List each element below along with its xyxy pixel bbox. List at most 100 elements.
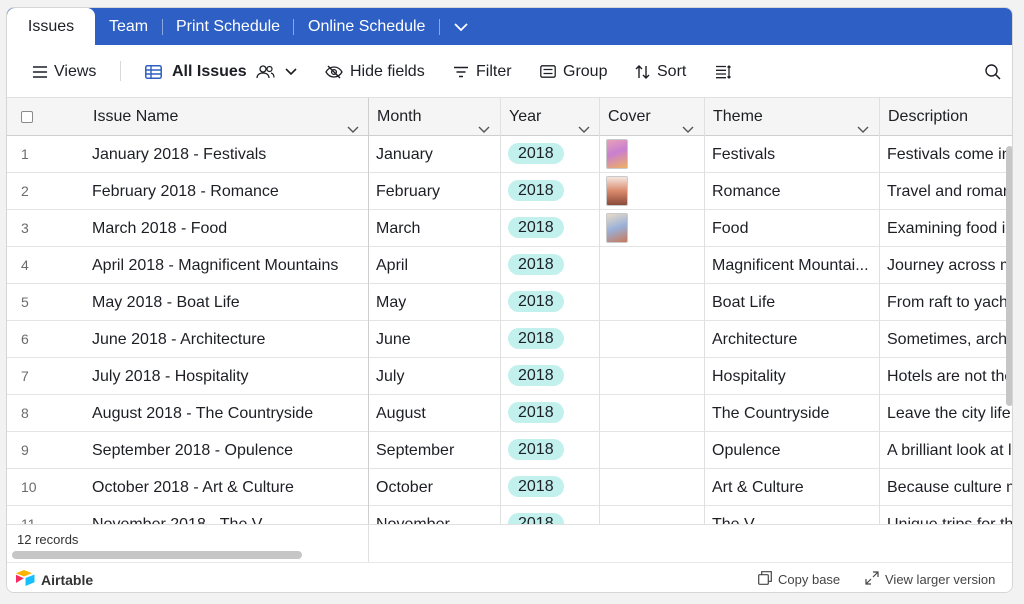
theme-cell[interactable]: The Countryside [705,395,879,432]
search-button[interactable] [985,45,1001,98]
view-switcher-button[interactable]: All Issues [145,45,297,98]
filter-button[interactable]: Filter [453,45,512,98]
table-row[interactable]: 5 May 2018 - Boat Life May 2018 Boat Life Fro… [7,284,1012,321]
description-cell[interactable]: Sometimes, archit [880,321,1012,358]
column-header-cover[interactable]: Cover [600,98,704,136]
cover-cell[interactable] [600,247,704,284]
month-cell[interactable]: June [369,321,500,358]
month-cell[interactable]: May [369,284,500,321]
year-cell[interactable]: 2018 [501,432,599,469]
theme-cell[interactable]: Food [705,210,879,247]
issue-name-cell[interactable]: July 2018 - Hospitality [85,358,368,395]
table-row[interactable]: 7 July 2018 - Hospitality July 2018 Hospital… [7,358,1012,395]
horizontal-scrollbar[interactable] [12,551,302,559]
column-header-year[interactable]: Year [501,98,600,136]
issue-name-cell[interactable]: August 2018 - The Countryside [85,395,368,432]
issue-name-cell[interactable]: September 2018 - Opulence [85,432,368,469]
month-cell[interactable]: August [369,395,500,432]
month-cell[interactable]: April [369,247,500,284]
column-header-theme[interactable]: Theme [705,98,879,136]
year-cell[interactable]: 2018 [501,395,599,432]
table-row[interactable]: 8 August 2018 - The Countryside August 2018… [7,395,1012,432]
more-tabs-chevron-icon[interactable] [454,21,468,35]
table-row[interactable]: 6 June 2018 - Architecture June 2018 Archite… [7,321,1012,358]
sort-button[interactable]: Sort [635,45,686,98]
month-cell[interactable]: September [369,432,500,469]
row-height-button[interactable] [715,45,732,98]
cover-thumbnail[interactable] [606,176,628,206]
cover-cell[interactable] [600,284,704,321]
theme-cell[interactable]: Opulence [705,432,879,469]
cover-cell[interactable] [600,321,704,358]
description-cell[interactable]: Unique trips for th [880,506,1012,524]
cover-cell[interactable] [600,136,704,173]
table-row[interactable]: 4 April 2018 - Magnificent Mountains April… [7,247,1012,284]
description-cell[interactable]: Because culture m [880,469,1012,506]
table-row[interactable]: 9 September 2018 - Opulence September 2018 O… [7,432,1012,469]
cover-cell[interactable] [600,358,704,395]
year-cell[interactable]: 2018 [501,506,599,524]
description-cell[interactable]: Festivals come in [880,136,1012,173]
select-all-checkbox[interactable] [21,111,33,123]
issue-name-cell[interactable]: January 2018 - Festivals [85,136,368,173]
month-cell[interactable]: January [369,136,500,173]
month-cell[interactable]: July [369,358,500,395]
issue-name-cell[interactable]: February 2018 - Romance [85,173,368,210]
month-cell[interactable]: March [369,210,500,247]
cover-thumbnail[interactable] [606,139,628,169]
month-cell[interactable]: February [369,173,500,210]
year-cell[interactable]: 2018 [501,321,599,358]
year-cell[interactable]: 2018 [501,358,599,395]
cover-thumbnail[interactable] [606,213,628,243]
year-cell[interactable]: 2018 [501,173,599,210]
year-cell[interactable]: 2018 [501,136,599,173]
view-larger-button[interactable]: View larger version [865,563,995,592]
column-header-description[interactable]: Description [880,98,1012,136]
theme-cell[interactable]: Art & Culture [705,469,879,506]
year-cell[interactable]: 2018 [501,210,599,247]
group-button[interactable]: Group [540,45,607,98]
month-cell[interactable]: October [369,469,500,506]
vertical-scrollbar[interactable] [1006,146,1012,406]
description-cell[interactable]: Travel and romanc [880,173,1012,210]
column-header-month[interactable]: Month [369,98,500,136]
month-cell[interactable]: November [369,506,500,524]
table-row[interactable]: 1 January 2018 - Festivals January 2018 Fest… [7,136,1012,173]
theme-cell[interactable]: The V... [705,506,879,524]
table-row[interactable]: 10 October 2018 - Art & Culture October 201… [7,469,1012,506]
description-cell[interactable]: Leave the city life [880,395,1012,432]
hide-fields-button[interactable]: Hide fields [325,45,425,98]
description-cell[interactable]: Hotels are not the [880,358,1012,395]
views-button[interactable]: Views [33,45,96,98]
tab-team[interactable]: Team [109,8,148,45]
issue-name-cell[interactable]: June 2018 - Architecture [85,321,368,358]
issue-name-cell[interactable]: May 2018 - Boat Life [85,284,368,321]
cover-cell[interactable] [600,432,704,469]
copy-base-button[interactable]: Copy base [758,563,840,592]
table-row[interactable]: 11 November 2018 - The V...November 2018 Th… [7,506,1012,524]
description-cell[interactable]: A brilliant look at l [880,432,1012,469]
tab-online-schedule[interactable]: Online Schedule [308,8,425,45]
year-cell[interactable]: 2018 [501,284,599,321]
description-cell[interactable]: Examining food in [880,210,1012,247]
issue-name-cell[interactable]: April 2018 - Magnificent Mountains [85,247,368,284]
cover-cell[interactable] [600,395,704,432]
cover-cell[interactable] [600,506,704,524]
column-header-issue-name[interactable]: Issue Name [85,98,369,136]
theme-cell[interactable]: Boat Life [705,284,879,321]
year-cell[interactable]: 2018 [501,247,599,284]
year-cell[interactable]: 2018 [501,469,599,506]
theme-cell[interactable]: Hospitality [705,358,879,395]
issue-name-cell[interactable]: October 2018 - Art & Culture [85,469,368,506]
issue-name-cell[interactable]: March 2018 - Food [85,210,368,247]
tab-print-schedule[interactable]: Print Schedule [176,8,280,45]
issue-name-cell[interactable]: November 2018 - The V... [85,506,368,524]
table-row[interactable]: 2 February 2018 - Romance February 2018 Roma… [7,173,1012,210]
table-row[interactable]: 3 March 2018 - Food March 2018 Food Examining… [7,210,1012,247]
cover-cell[interactable] [600,173,704,210]
description-cell[interactable]: From raft to yacht [880,284,1012,321]
description-cell[interactable]: Journey across m [880,247,1012,284]
cover-cell[interactable] [600,210,704,247]
theme-cell[interactable]: Festivals [705,136,879,173]
theme-cell[interactable]: Romance [705,173,879,210]
